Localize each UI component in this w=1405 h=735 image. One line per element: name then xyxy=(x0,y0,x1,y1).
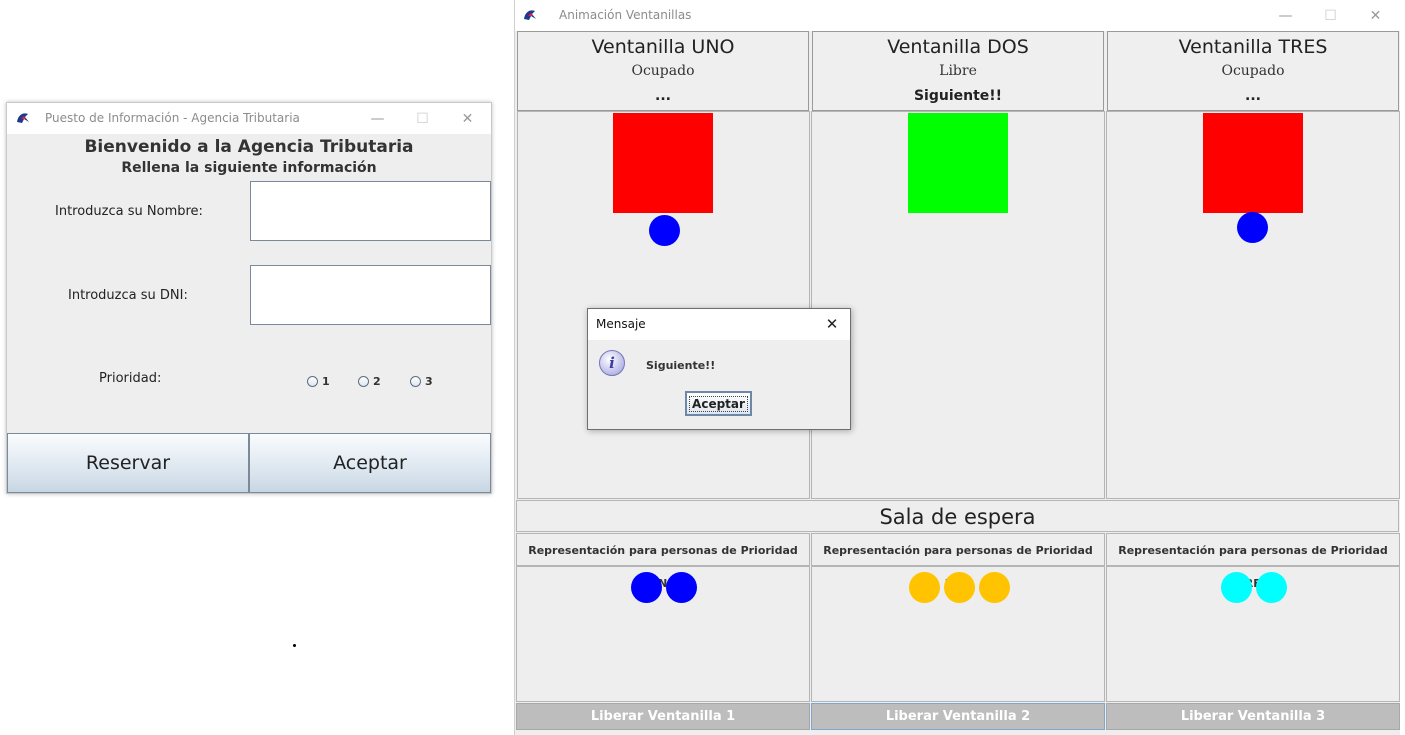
ventanilla-status-square xyxy=(1203,113,1303,213)
minimize-icon[interactable]: — xyxy=(1263,0,1308,31)
release-window-3-button[interactable]: Liberar Ventanilla 3 xyxy=(1106,703,1400,730)
dni-label: Introduzca su DNI: xyxy=(68,288,188,303)
ventanilla-status-square xyxy=(613,113,713,213)
waiting-person-circle xyxy=(908,572,940,603)
info-icon: i xyxy=(599,350,625,376)
ventanilla-2-header: Ventanilla DOS Libre Siguiente!! xyxy=(812,31,1104,111)
title-bar[interactable]: Animación Ventanillas — ☐ ✕ xyxy=(515,0,1400,31)
ventanilla-name: Ventanilla TRES xyxy=(1178,36,1328,58)
stray-dot xyxy=(293,644,296,647)
ventanilla-name: Ventanilla UNO xyxy=(591,36,735,58)
welcome-heading: Bienvenido a la Agencia Tributaria xyxy=(84,137,414,157)
java-app-icon xyxy=(17,113,29,123)
info-kiosk-window: Puesto de Información - Agencia Tributar… xyxy=(6,102,492,494)
dni-input[interactable] xyxy=(250,265,491,325)
message-dialog: Mensaje ✕ i Siguiente!! Aceptar xyxy=(587,308,851,430)
radio-label: 1 xyxy=(322,375,330,388)
ventanilla-state: Ocupado xyxy=(631,63,695,79)
ventanilla-next: ... xyxy=(1245,88,1261,104)
served-person-circle xyxy=(1237,212,1268,243)
waiting-person-circle xyxy=(978,572,1010,603)
maximize-icon[interactable]: ☐ xyxy=(400,103,445,134)
ventanilla-1-header: Ventanilla UNO Ocupado ... xyxy=(517,31,809,111)
close-icon[interactable]: ✕ xyxy=(820,312,844,336)
dialog-title: Mensaje xyxy=(596,317,646,331)
release-window-2-button[interactable]: Liberar Ventanilla 2 xyxy=(811,703,1105,730)
priority-3-queue xyxy=(1106,566,1400,702)
aceptar-button[interactable]: Aceptar xyxy=(249,433,491,493)
radio-circle-icon[interactable] xyxy=(307,376,318,387)
dialog-accept-label: Aceptar xyxy=(689,395,748,412)
maximize-icon[interactable]: ☐ xyxy=(1308,0,1353,31)
ventanilla-name: Ventanilla DOS xyxy=(887,36,1029,58)
priority-radio-1[interactable]: 1 xyxy=(307,375,330,388)
name-input[interactable] xyxy=(250,181,491,241)
dialog-message: Siguiente!! xyxy=(646,359,716,372)
waiting-room-title: Sala de espera xyxy=(516,500,1399,532)
window-title: Animación Ventanillas xyxy=(559,8,692,22)
java-app-icon xyxy=(524,10,536,20)
ventanilla-3-panel xyxy=(1106,111,1400,499)
waiting-person-circle xyxy=(943,572,975,603)
radio-circle-icon[interactable] xyxy=(358,376,369,387)
ventanilla-next: Siguiente!! xyxy=(913,88,1003,104)
ventanilla-1-panel xyxy=(517,111,810,499)
title-bar[interactable]: Puesto de Información - Agencia Tributar… xyxy=(7,103,491,134)
ventanilla-2-panel xyxy=(811,111,1105,499)
priority-1-queue xyxy=(516,566,810,702)
dialog-title-bar[interactable]: Mensaje ✕ xyxy=(588,309,850,340)
minimize-icon[interactable]: — xyxy=(355,103,400,134)
radio-label: 2 xyxy=(373,375,381,388)
close-icon[interactable]: ✕ xyxy=(1353,0,1398,31)
waiting-person-circle xyxy=(631,572,662,603)
window-title: Puesto de Información - Agencia Tributar… xyxy=(45,111,300,125)
close-icon[interactable]: ✕ xyxy=(445,103,490,134)
served-person-circle xyxy=(649,215,680,246)
priority-2-queue xyxy=(811,566,1105,702)
form-subheading: Rellena la siguiente información xyxy=(121,160,377,176)
radio-label: 3 xyxy=(425,375,433,388)
ventanilla-status-square xyxy=(908,113,1008,213)
priority-radio-2[interactable]: 2 xyxy=(358,375,381,388)
dialog-accept-button[interactable]: Aceptar xyxy=(685,391,752,416)
release-window-1-button[interactable]: Liberar Ventanilla 1 xyxy=(516,703,810,730)
waiting-person-circle xyxy=(1256,572,1287,603)
ventanilla-3-header: Ventanilla TRES Ocupado ... xyxy=(1107,31,1399,111)
reservar-button[interactable]: Reservar xyxy=(7,433,249,493)
priority-2-header: Representación para personas de Priorida… xyxy=(811,533,1105,590)
ventanilla-state: Ocupado xyxy=(1221,63,1285,79)
name-label: Introduzca su Nombre: xyxy=(55,204,203,219)
priority-label: Prioridad: xyxy=(99,371,162,386)
priority-radio-3[interactable]: 3 xyxy=(410,375,433,388)
radio-circle-icon[interactable] xyxy=(410,376,421,387)
waiting-person-circle xyxy=(666,572,697,603)
ventanilla-state: Libre xyxy=(939,63,977,79)
priority-1-header: Representación para personas de Priorida… xyxy=(516,533,810,590)
priority-3-header: Representación para personas de Priorida… xyxy=(1106,533,1400,590)
ventanilla-next: ... xyxy=(655,88,671,104)
waiting-person-circle xyxy=(1221,572,1252,603)
